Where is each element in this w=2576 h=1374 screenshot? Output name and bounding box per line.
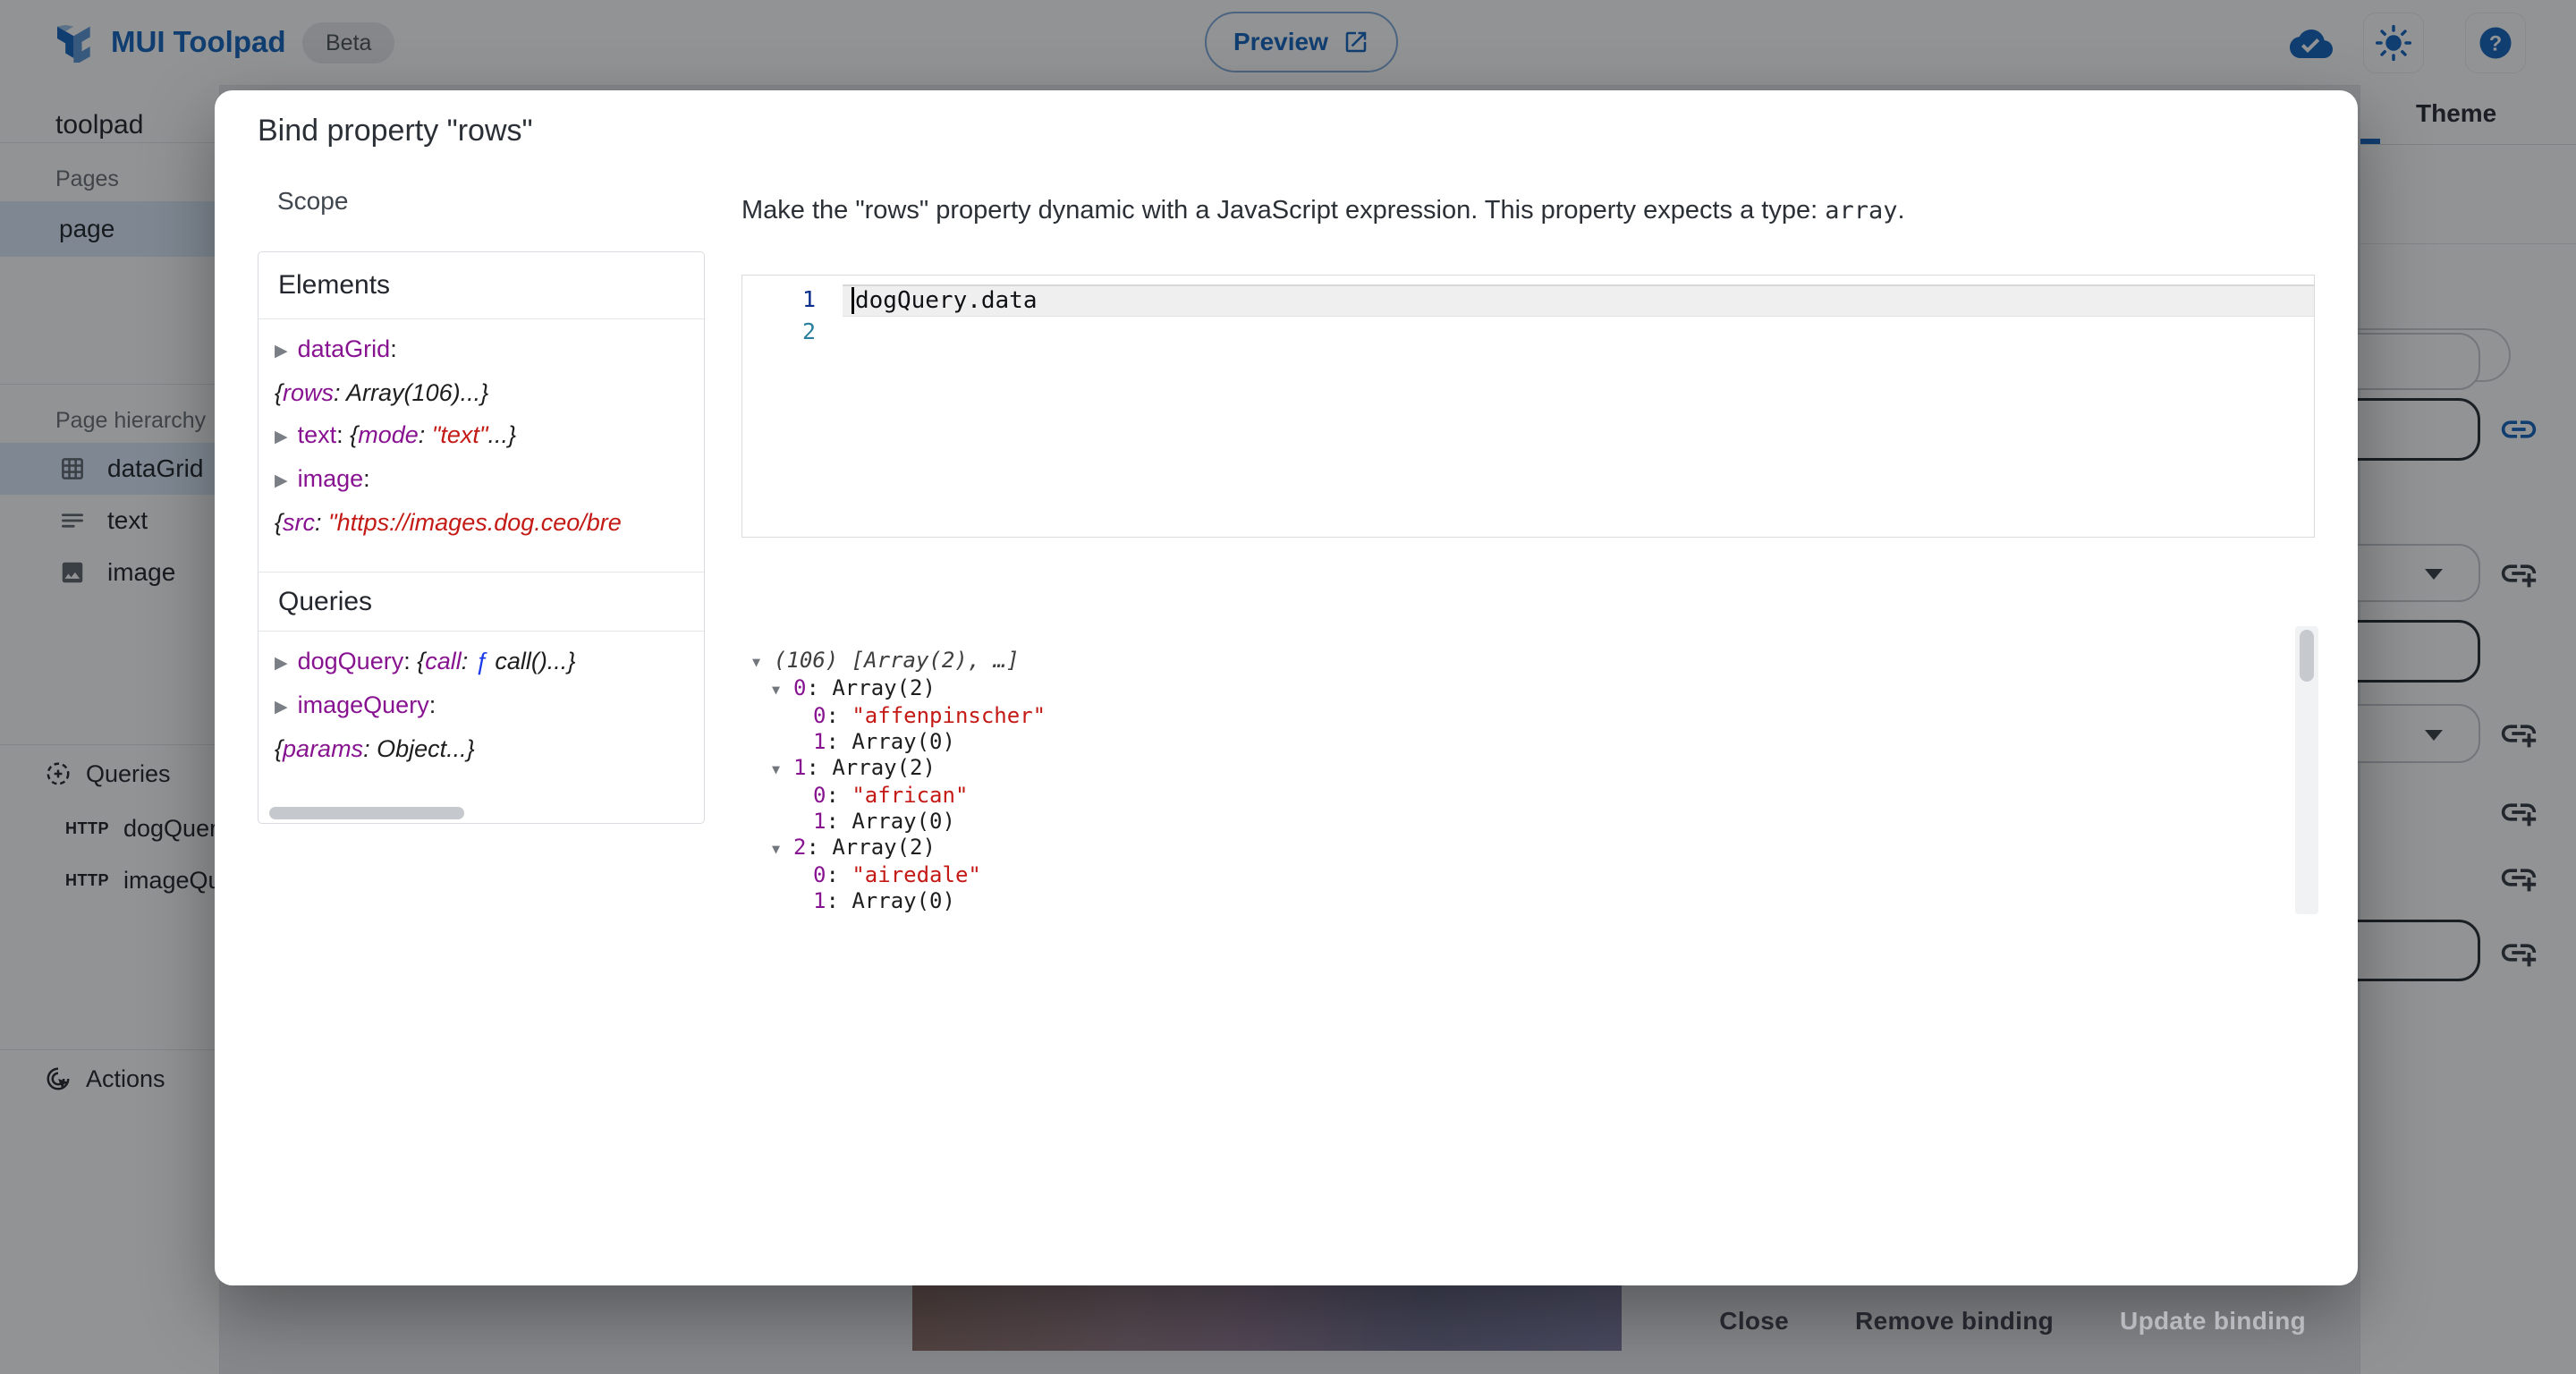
vertical-scrollbar[interactable]: [2295, 626, 2318, 914]
queries-header: Queries: [258, 572, 704, 632]
evaluation-result-tree: ▼(106) [Array(2), …]▼0: Array(2)0: "affe…: [741, 626, 2293, 914]
close-button[interactable]: Close: [1698, 1294, 1810, 1348]
elements-header: Elements: [258, 252, 704, 319]
expand-arrow-icon[interactable]: ▼: [772, 757, 793, 783]
instruction-suffix: .: [1897, 196, 1904, 225]
instruction-type: array: [1825, 197, 1897, 225]
line-number: 1: [742, 284, 843, 317]
scope-tree-row[interactable]: ▶text: {mode: "text"...}: [275, 414, 688, 458]
expand-arrow-icon[interactable]: ▼: [752, 649, 774, 675]
dialog-actions: Close Remove binding Update binding: [1698, 1294, 2327, 1348]
dialog-title: Bind property "rows": [258, 114, 533, 148]
result-tree-row[interactable]: 0: "airedale": [741, 862, 2293, 888]
remove-binding-button[interactable]: Remove binding: [1834, 1294, 2075, 1348]
editor-code: dogQuery.data: [855, 286, 1038, 316]
scope-panel: Elements ▶dataGrid:{rows: Array(106)...}…: [258, 251, 705, 824]
dialog-instruction: Make the "rows" property dynamic with a …: [741, 196, 1905, 225]
expand-arrow-icon[interactable]: ▶: [275, 460, 288, 502]
result-tree-row[interactable]: 1: Array(0): [741, 888, 2293, 914]
bind-property-dialog: Bind property "rows" Scope Elements ▶dat…: [215, 90, 2358, 1285]
scope-label: Scope: [277, 187, 348, 216]
editor-line[interactable]: 1 dogQuery.data: [742, 284, 2314, 317]
result-tree-row[interactable]: 0: "affenpinscher": [741, 703, 2293, 729]
editor-line[interactable]: 2: [742, 317, 2314, 349]
app-root: MUI Toolpad Beta Preview: [0, 0, 2576, 1374]
line-number: 2: [742, 317, 843, 349]
result-tree-row[interactable]: 1: Array(0): [741, 729, 2293, 755]
expand-arrow-icon[interactable]: ▼: [772, 677, 793, 703]
expand-arrow-icon[interactable]: ▶: [275, 416, 288, 458]
result-tree-row[interactable]: ▼0: Array(2): [741, 675, 2293, 703]
instruction-text: Make the "rows" property dynamic with a …: [741, 196, 1825, 225]
result-tree-row[interactable]: ▼2: Array(2): [741, 835, 2293, 862]
scrollbar-thumb[interactable]: [269, 807, 464, 819]
scope-tree-row[interactable]: ▶imageQuery:{params: Object...}: [275, 684, 688, 770]
scope-tree-row[interactable]: ▶dogQuery: {call: ƒ call()...}: [275, 640, 688, 684]
queries-tree: ▶dogQuery: {call: ƒ call()...}▶imageQuer…: [258, 632, 704, 803]
js-expression-editor[interactable]: 1 dogQuery.data 2: [741, 275, 2315, 538]
text-cursor: [852, 287, 854, 314]
scrollbar-thumb[interactable]: [2300, 630, 2314, 682]
expand-arrow-icon[interactable]: ▼: [772, 836, 793, 862]
scope-tree-row[interactable]: ▶dataGrid:{rows: Array(106)...}: [275, 328, 688, 414]
result-tree-row[interactable]: ▼1: Array(2): [741, 755, 2293, 783]
horizontal-scrollbar[interactable]: [258, 803, 704, 823]
elements-tree: ▶dataGrid:{rows: Array(106)...}▶text: {m…: [258, 319, 704, 572]
scope-tree-row[interactable]: ▶image:{src: "https://images.dog.ceo/bre: [275, 458, 688, 544]
expand-arrow-icon[interactable]: ▶: [275, 686, 288, 728]
result-tree-row[interactable]: 0: "african": [741, 783, 2293, 809]
expand-arrow-icon[interactable]: ▶: [275, 642, 288, 684]
expand-arrow-icon[interactable]: ▶: [275, 330, 288, 372]
result-tree-row[interactable]: 1: Array(0): [741, 809, 2293, 835]
result-tree-row[interactable]: ▼(106) [Array(2), …]: [741, 648, 2293, 675]
update-binding-button[interactable]: Update binding: [2098, 1294, 2327, 1348]
